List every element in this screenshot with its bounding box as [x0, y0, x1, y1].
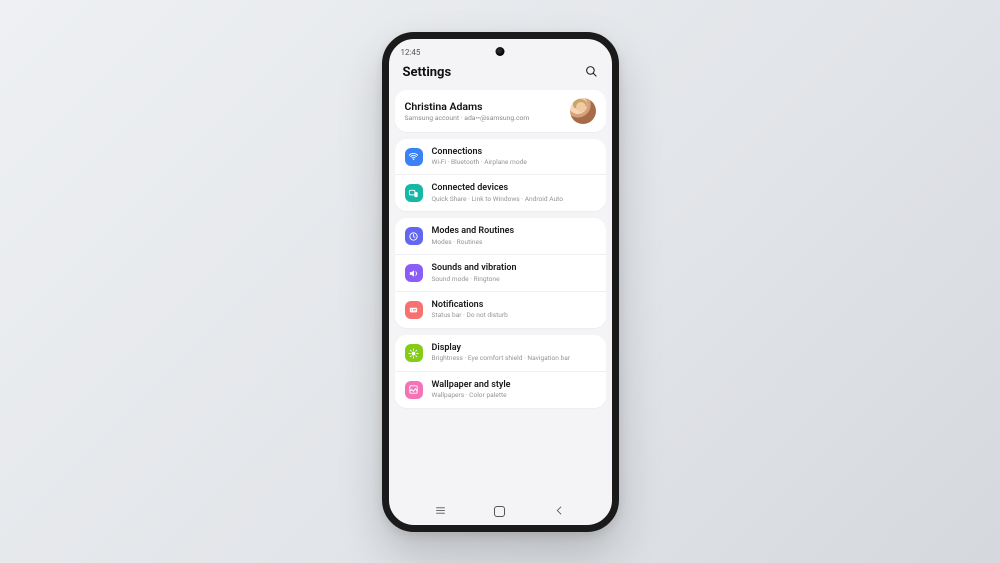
nav-home-icon[interactable] — [494, 506, 505, 517]
bell-icon — [405, 301, 423, 319]
row-subtitle: Status bar · Do not disturb — [432, 311, 596, 320]
row-text: Connections Wi-Fi · Bluetooth · Airplane… — [432, 147, 596, 167]
row-title: Display — [432, 343, 596, 353]
row-subtitle: Quick Share · Link to Windows · Android … — [432, 195, 596, 204]
row-text: Notifications Status bar · Do not distur… — [432, 300, 596, 320]
row-title: Connections — [432, 147, 596, 157]
account-subtitle: Samsung account · ada••@samsung.com — [405, 114, 530, 122]
account-name: Christina Adams — [405, 100, 530, 113]
account-text: Christina Adams Samsung account · ada••@… — [405, 100, 530, 122]
settings-group: Modes and Routines Modes · Routines Soun… — [395, 218, 606, 328]
settings-group: Connections Wi-Fi · Bluetooth · Airplane… — [395, 139, 606, 212]
row-text: Wallpaper and style Wallpapers · Color p… — [432, 380, 596, 400]
wallpaper-icon — [405, 381, 423, 399]
settings-row-notifications[interactable]: Notifications Status bar · Do not distur… — [395, 291, 606, 328]
camera-hole — [496, 47, 505, 56]
nav-recents-icon[interactable] — [434, 502, 447, 521]
settings-row-display[interactable]: Display Brightness · Eye comfort shield … — [395, 335, 606, 371]
row-title: Modes and Routines — [432, 226, 596, 236]
settings-row-modes-routines[interactable]: Modes and Routines Modes · Routines — [395, 218, 606, 254]
row-text: Connected devices Quick Share · Link to … — [432, 183, 596, 203]
row-title: Sounds and vibration — [432, 263, 596, 273]
routines-icon — [405, 227, 423, 245]
account-card[interactable]: Christina Adams Samsung account · ada••@… — [395, 90, 606, 132]
avatar[interactable] — [570, 98, 596, 124]
settings-header: Settings — [389, 61, 612, 90]
search-icon[interactable] — [585, 63, 598, 82]
settings-row-connected-devices[interactable]: Connected devices Quick Share · Link to … — [395, 174, 606, 211]
row-title: Wallpaper and style — [432, 380, 596, 390]
row-text: Modes and Routines Modes · Routines — [432, 226, 596, 246]
row-text: Display Brightness · Eye comfort shield … — [432, 343, 596, 363]
row-text: Sounds and vibration Sound mode · Ringto… — [432, 263, 596, 283]
row-subtitle: Wallpapers · Color palette — [432, 391, 596, 400]
settings-row-wallpaper-style[interactable]: Wallpaper and style Wallpapers · Color p… — [395, 371, 606, 408]
row-subtitle: Modes · Routines — [432, 238, 596, 247]
row-title: Notifications — [432, 300, 596, 310]
row-subtitle: Sound mode · Ringtone — [432, 275, 596, 284]
status-time: 12:45 — [401, 48, 421, 57]
row-subtitle: Wi-Fi · Bluetooth · Airplane mode — [432, 158, 596, 167]
settings-row-sounds-vibration[interactable]: Sounds and vibration Sound mode · Ringto… — [395, 254, 606, 291]
phone-frame: 12:45 Settings Christina Adams Samsung a… — [382, 32, 619, 532]
navigation-bar — [389, 499, 612, 525]
sound-icon — [405, 264, 423, 282]
sun-icon — [405, 344, 423, 362]
devices-icon — [405, 184, 423, 202]
page-title: Settings — [403, 65, 452, 80]
nav-back-icon[interactable] — [553, 502, 566, 521]
settings-row-connections[interactable]: Connections Wi-Fi · Bluetooth · Airplane… — [395, 139, 606, 175]
row-title: Connected devices — [432, 183, 596, 193]
wifi-icon — [405, 148, 423, 166]
settings-group: Display Brightness · Eye comfort shield … — [395, 335, 606, 408]
row-subtitle: Brightness · Eye comfort shield · Naviga… — [432, 354, 596, 363]
settings-scroll[interactable]: Christina Adams Samsung account · ada••@… — [389, 90, 612, 499]
